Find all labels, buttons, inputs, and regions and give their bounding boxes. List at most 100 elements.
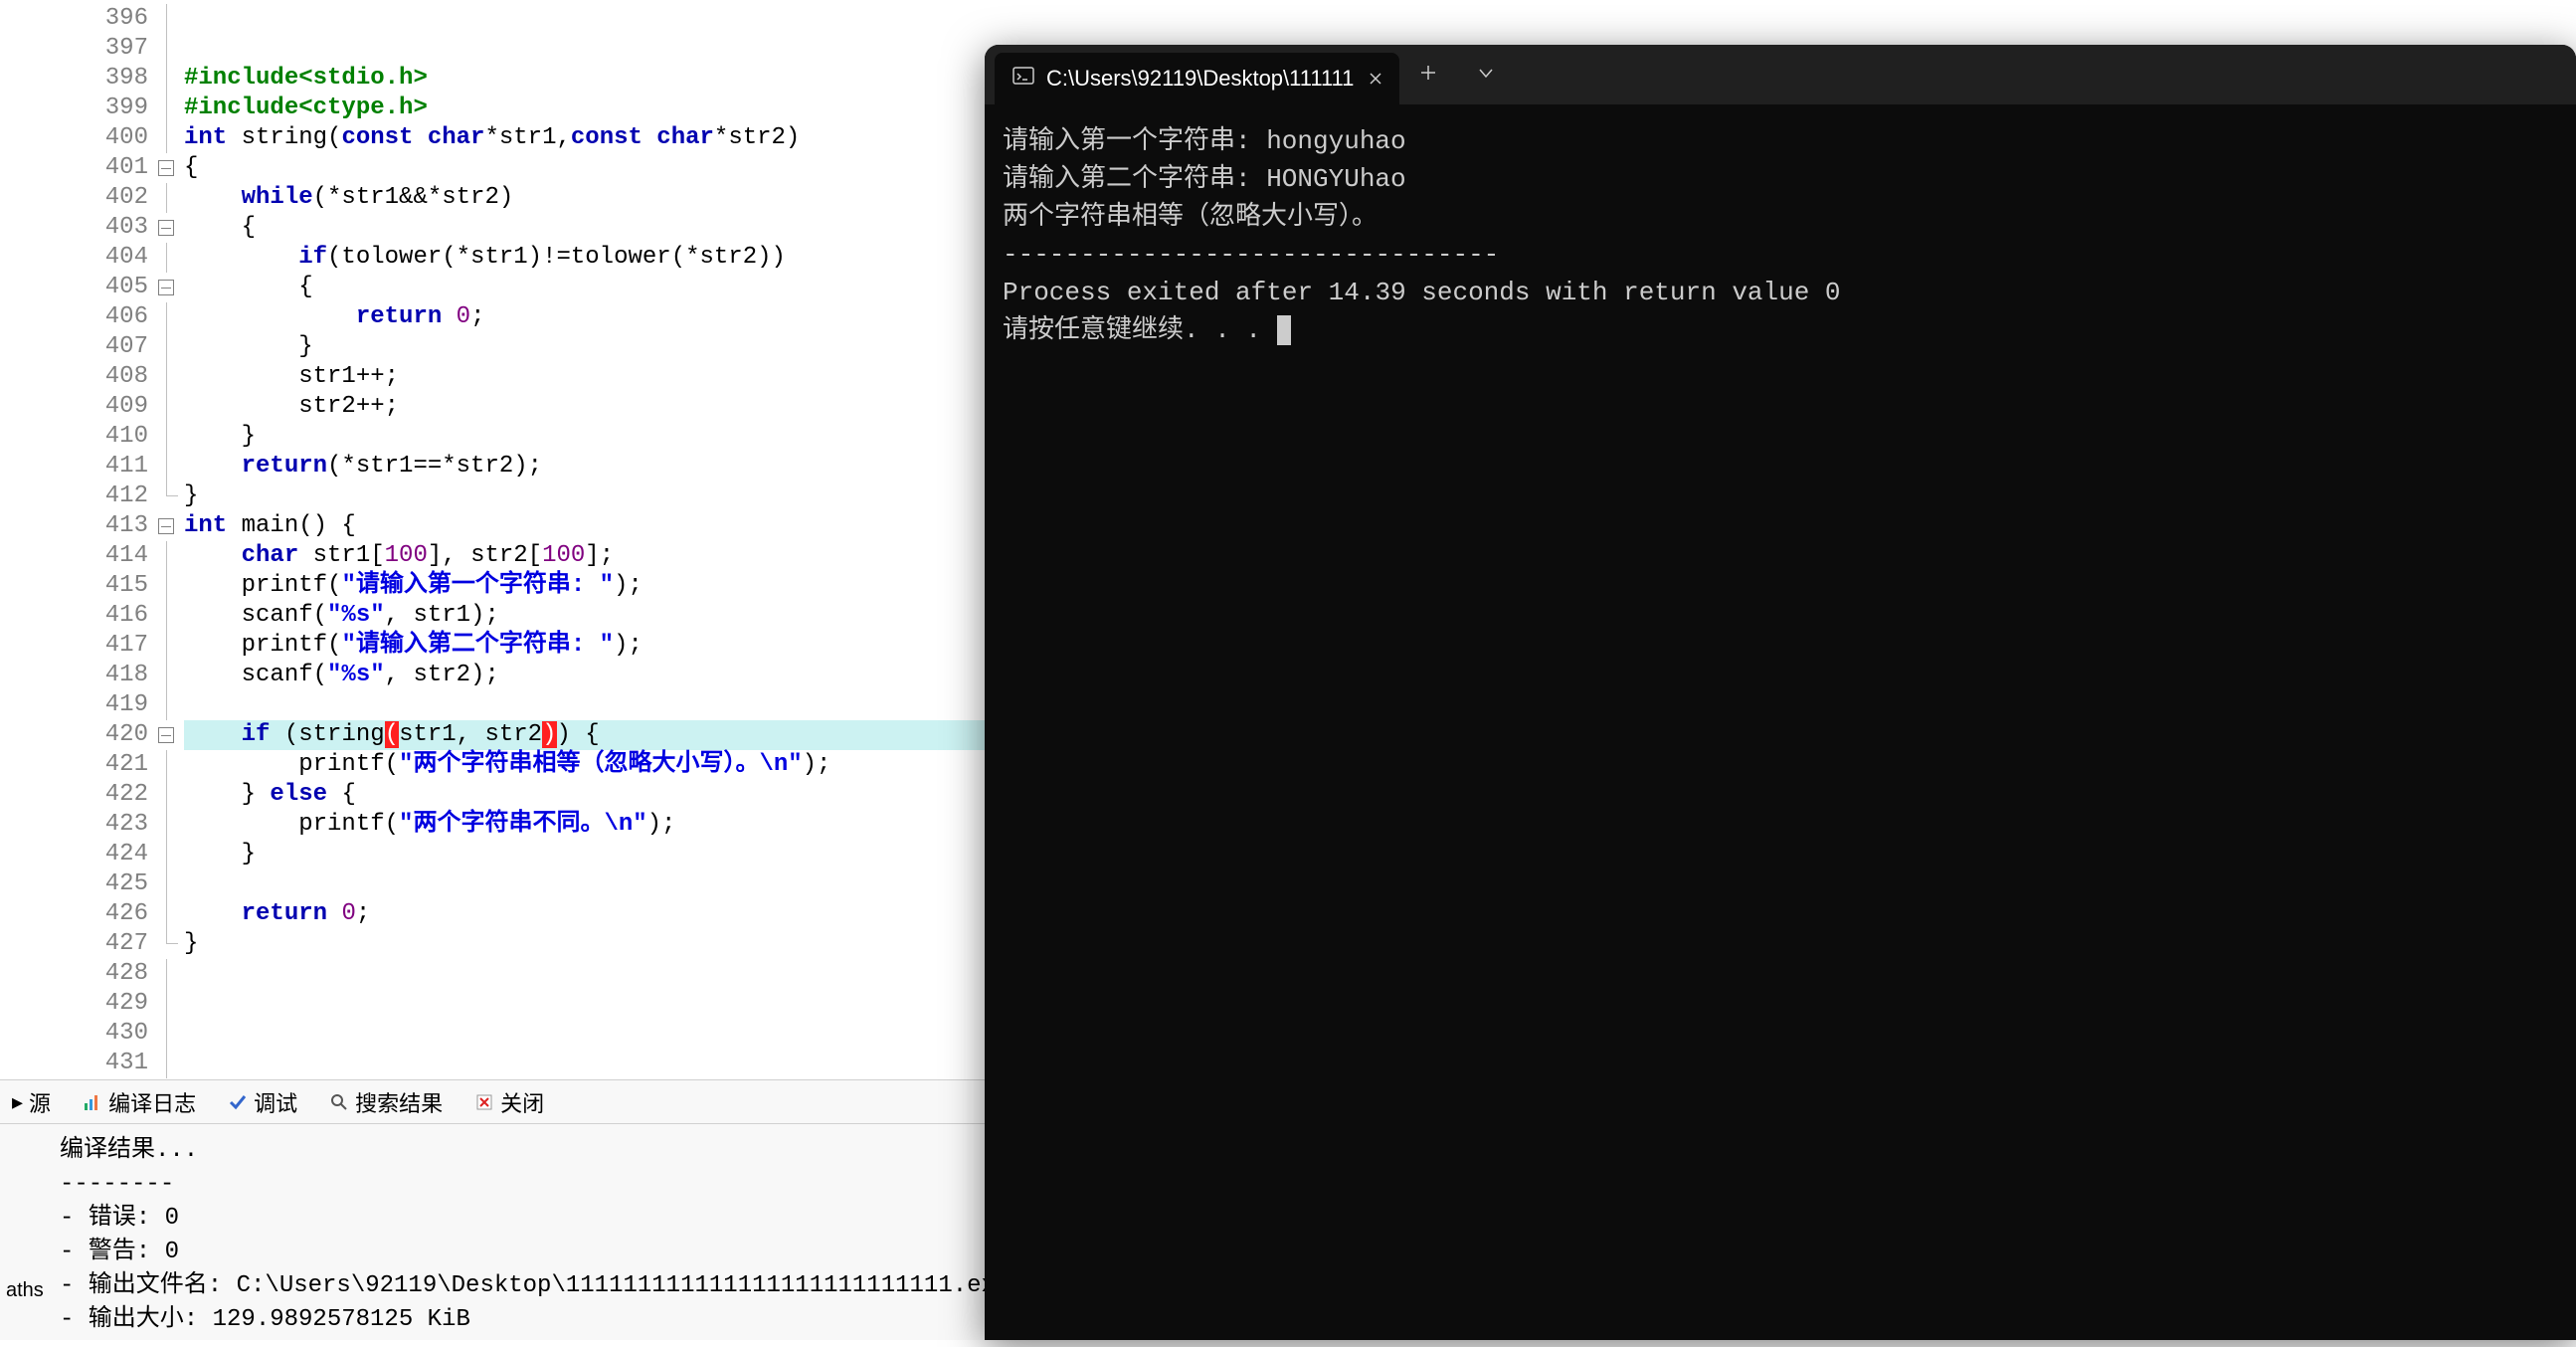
code-line[interactable]: if (string(str1, str2)) { (184, 720, 995, 750)
code-editor[interactable]: 3963973983994004014024034044054064074084… (0, 0, 995, 1074)
code-line[interactable]: } (184, 840, 995, 869)
terminal-line: 请按任意键继续. . . (1003, 311, 2558, 349)
line-number: 430 (0, 1019, 148, 1049)
tab-close[interactable]: 关闭 (466, 1082, 552, 1122)
tab-search-results[interactable]: 搜索结果 (321, 1082, 451, 1122)
line-number: 404 (0, 243, 148, 273)
tab-compile-log-label: 编译日志 (108, 1086, 196, 1118)
chart-icon (83, 1092, 102, 1112)
tab-debug[interactable]: 调试 (220, 1082, 305, 1122)
terminal-line: 两个字符串相等（忽略大小写）。 (1003, 198, 2558, 236)
line-number: 412 (0, 481, 148, 511)
code-line[interactable] (184, 4, 995, 34)
code-line[interactable]: printf("两个字符串不同。\n"); (184, 810, 995, 840)
terminal-window[interactable]: C:\Users\92119\Desktop\111111 请输入第一个字符串:… (985, 45, 2576, 1340)
code-line[interactable] (184, 34, 995, 64)
terminal-body[interactable]: 请输入第一个字符串: hongyuhao请输入第二个字符串: HONGYUhao… (985, 104, 2576, 367)
line-number: 418 (0, 661, 148, 690)
code-line[interactable]: #include<ctype.h> (184, 94, 995, 123)
line-number: 411 (0, 452, 148, 481)
code-line[interactable] (184, 1019, 995, 1049)
code-line[interactable]: } else { (184, 780, 995, 810)
line-number: 397 (0, 34, 148, 64)
tab-compile-log[interactable]: 编译日志 (75, 1082, 204, 1122)
tab-source-label: 源 (29, 1086, 51, 1118)
fold-toggle-icon[interactable] (158, 727, 174, 743)
code-line[interactable]: return 0; (184, 302, 995, 332)
fold-column[interactable] (154, 0, 180, 1074)
line-number: 399 (0, 94, 148, 123)
code-line[interactable]: printf("请输入第一个字符串: "); (184, 571, 995, 601)
code-line[interactable]: if(tolower(*str1)!=tolower(*str2)) (184, 243, 995, 273)
code-line[interactable]: str2++; (184, 392, 995, 422)
code-line[interactable]: return(*str1==*str2); (184, 452, 995, 481)
tab-close-label: 关闭 (500, 1086, 544, 1118)
code-line[interactable]: { (184, 213, 995, 243)
line-number: 410 (0, 422, 148, 452)
terminal-line: 请输入第一个字符串: hongyuhao (1003, 122, 2558, 160)
line-number: 423 (0, 810, 148, 840)
code-line[interactable]: { (184, 273, 995, 302)
new-tab-button[interactable] (1399, 60, 1457, 90)
terminal-icon (1012, 65, 1034, 93)
code-line[interactable]: scanf("%s", str1); (184, 601, 995, 631)
code-line[interactable]: #include<stdio.h> (184, 64, 995, 94)
close-red-icon (474, 1092, 494, 1112)
line-number: 425 (0, 869, 148, 899)
line-number: 424 (0, 840, 148, 869)
code-line[interactable]: while(*str1&&*str2) (184, 183, 995, 213)
close-icon[interactable] (1366, 69, 1385, 89)
line-number: 415 (0, 571, 148, 601)
line-number: 422 (0, 780, 148, 810)
code-line[interactable]: scanf("%s", str2); (184, 661, 995, 690)
code-line[interactable] (184, 959, 995, 989)
code-line[interactable]: printf("两个字符串相等（忽略大小写）。\n"); (184, 750, 995, 780)
fold-toggle-icon[interactable] (158, 518, 174, 534)
tab-source[interactable]: ▸ 源 (4, 1082, 59, 1122)
code-line[interactable] (184, 690, 995, 720)
line-number: 420 (0, 720, 148, 750)
line-number: 428 (0, 959, 148, 989)
search-icon (329, 1092, 349, 1112)
line-number: 401 (0, 153, 148, 183)
line-number: 419 (0, 690, 148, 720)
code-text-area[interactable]: #include<stdio.h>#include<ctype.h>int st… (180, 0, 995, 1074)
line-number: 417 (0, 631, 148, 661)
code-line[interactable]: str1++; (184, 362, 995, 392)
fold-toggle-icon[interactable] (158, 160, 174, 176)
line-number: 414 (0, 541, 148, 571)
code-line[interactable]: char str1[100], str2[100]; (184, 541, 995, 571)
line-number: 426 (0, 899, 148, 929)
code-line[interactable]: } (184, 422, 995, 452)
dropdown-button[interactable] (1457, 60, 1515, 90)
sidebar-paths-fragment: aths (0, 1273, 50, 1308)
fold-toggle-icon[interactable] (158, 280, 174, 295)
code-line[interactable]: } (184, 929, 995, 959)
code-line[interactable]: printf("请输入第二个字符串: "); (184, 631, 995, 661)
line-number: 431 (0, 1049, 148, 1078)
code-line[interactable] (184, 989, 995, 1019)
code-line[interactable] (184, 1049, 995, 1078)
terminal-titlebar[interactable]: C:\Users\92119\Desktop\111111 (985, 45, 2576, 104)
code-line[interactable]: } (184, 481, 995, 511)
code-line[interactable]: int string(const char*str1,const char*st… (184, 123, 995, 153)
line-number: 396 (0, 4, 148, 34)
code-line[interactable]: { (184, 153, 995, 183)
fold-toggle-icon[interactable] (158, 220, 174, 236)
line-number: 405 (0, 273, 148, 302)
line-number: 409 (0, 392, 148, 422)
line-number: 413 (0, 511, 148, 541)
fold-end-icon (166, 481, 178, 496)
line-number: 427 (0, 929, 148, 959)
code-line[interactable] (184, 869, 995, 899)
code-line[interactable]: } (184, 332, 995, 362)
source-icon: ▸ (12, 1089, 23, 1115)
terminal-tab[interactable]: C:\Users\92119\Desktop\111111 (995, 53, 1399, 104)
terminal-tab-title: C:\Users\92119\Desktop\111111 (1046, 66, 1354, 92)
code-line[interactable]: return 0; (184, 899, 995, 929)
line-number: 400 (0, 123, 148, 153)
terminal-line: -------------------------------- (1003, 236, 2558, 274)
terminal-line: 请输入第二个字符串: HONGYUhao (1003, 160, 2558, 198)
code-line[interactable]: int main() { (184, 511, 995, 541)
line-number: 408 (0, 362, 148, 392)
